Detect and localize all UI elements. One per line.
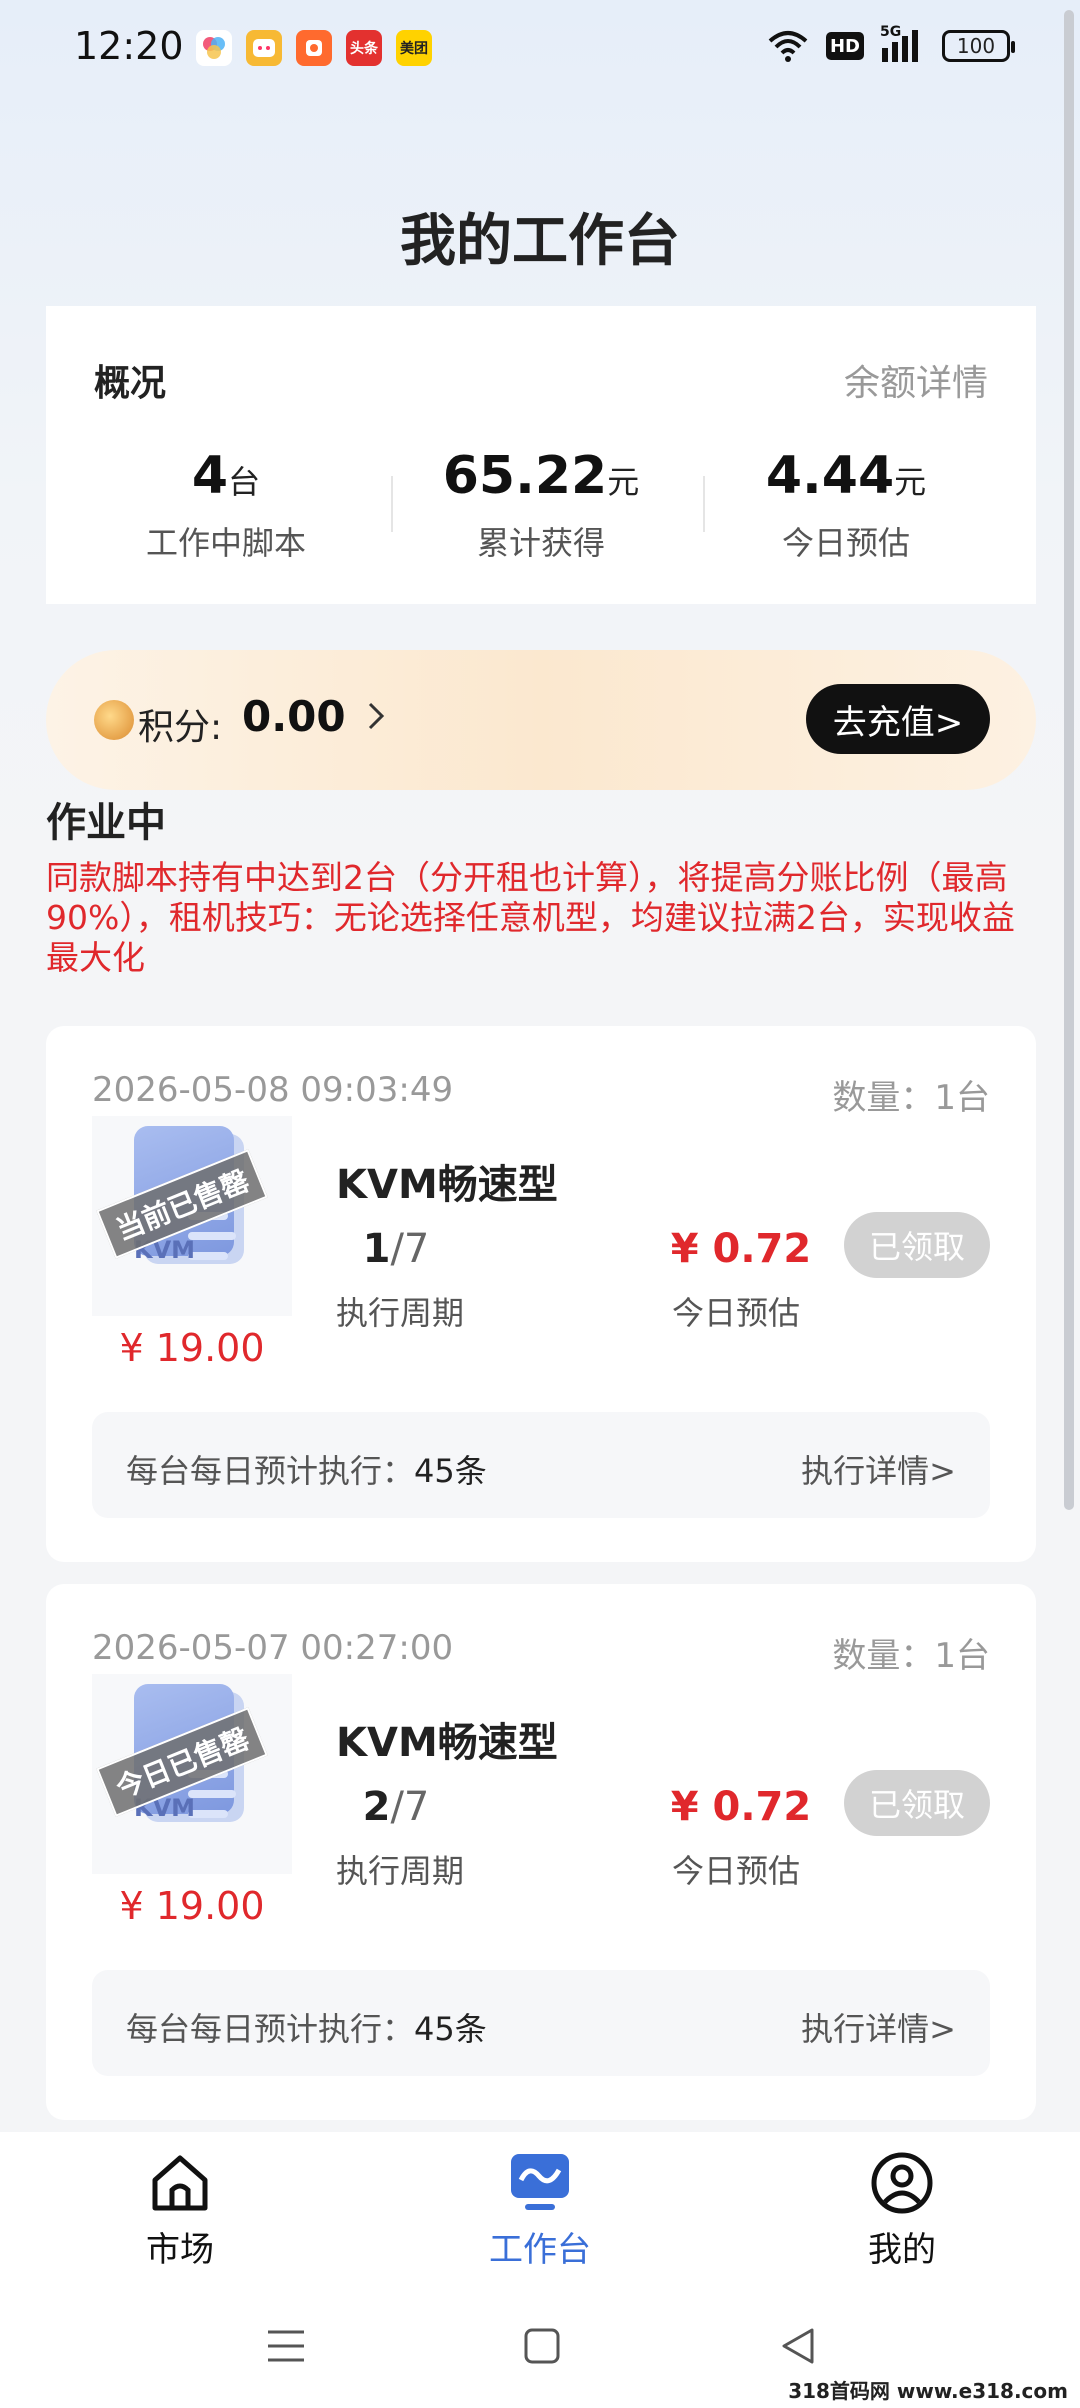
points-value: 0.00 <box>242 692 346 741</box>
cycle-current: 1 <box>362 1226 391 1272</box>
tab-label: 我的 <box>868 2230 936 2270</box>
clock: 12:20 <box>74 24 184 68</box>
stat-today-estimate: 4.44元 今日预估 <box>696 446 996 564</box>
tab-label: 工作台 <box>489 2230 591 2270</box>
points-bar[interactable]: 积分: 0.00 去充值> <box>46 650 1036 790</box>
stat-value: 65.22 <box>442 446 608 506</box>
daily-execution-value: 45条 <box>414 2010 487 2048</box>
notification-icons: 头条 美团 <box>196 30 432 66</box>
cycle-value: 1/7 <box>336 1226 456 1272</box>
tab-workbench[interactable]: 工作台 <box>440 2150 640 2271</box>
network-type-label: 5G <box>880 24 902 40</box>
daily-execution-info: 每台每日预计执行：45条 <box>126 2004 487 2050</box>
card-footer: 每台每日预计执行：45条 执行详情> <box>92 1412 990 1518</box>
stat-working-scripts: 4台 工作中脚本 <box>76 446 376 564</box>
coin-icon <box>94 700 134 740</box>
meituan-notification-icon: 美团 <box>396 30 432 66</box>
profile-icon <box>871 2152 933 2214</box>
workbench-icon <box>511 2154 569 2210</box>
daily-execution-label: 每台每日预计执行： <box>126 2010 415 2048</box>
points-label: 积分: <box>138 707 223 748</box>
home-icon <box>152 2155 208 2211</box>
daily-execution-info: 每台每日预计执行：45条 <box>126 1446 487 1492</box>
recharge-button[interactable]: 去充值> <box>806 684 990 754</box>
stat-total-earned: 65.22元 累计获得 <box>391 446 691 564</box>
execution-detail-link[interactable]: 执行详情> <box>801 2004 956 2050</box>
stat-unit: 台 <box>228 463 261 501</box>
cycle-current: 2 <box>362 1784 391 1830</box>
today-estimate-label: 今日预估 <box>672 1852 801 1890</box>
notice-text: 同款脚本持有中达到2台（分开租也计算），将提高分账比例（最高90%），租机技巧：… <box>46 858 1015 977</box>
script-thumbnail: KVM 今日已售罄 <box>92 1674 292 1874</box>
balance-detail-link[interactable]: 余额详情 <box>844 354 988 406</box>
hd-icon: HD <box>825 32 864 60</box>
card-footer: 每台每日预计执行：45条 执行详情> <box>92 1970 990 2076</box>
stat-value: 4.44 <box>765 446 895 506</box>
wifi-icon <box>766 28 810 64</box>
stat-label: 今日预估 <box>781 524 910 562</box>
tab-mine[interactable]: 我的 <box>802 2150 1002 2271</box>
battery-icon: 100 <box>942 30 1015 62</box>
daily-execution-value: 45条 <box>414 1452 487 1490</box>
stat-value: 4 <box>191 446 229 506</box>
tab-label: 市场 <box>146 2230 214 2270</box>
execution-detail-link[interactable]: 执行详情> <box>801 1446 956 1492</box>
script-card: 2026-05-08 09:03:49 数量：1台 KVM 当前已售罄 ¥ 19… <box>46 1026 1036 1562</box>
card-quantity: 数量：1台 <box>832 1078 990 1118</box>
chevron-right-icon[interactable] <box>356 696 396 736</box>
cycle-label: 执行周期 <box>336 1294 465 1332</box>
home-square-icon[interactable] <box>520 2324 564 2368</box>
today-estimate-label: 今日预估 <box>672 1294 801 1332</box>
script-card: 2026-05-07 00:27:00 数量：1台 KVM 今日已售罄 ¥ 19… <box>46 1584 1036 2120</box>
claimed-button[interactable]: 已领取 <box>844 1212 990 1278</box>
document-line <box>188 1232 236 1240</box>
stat-unit: 元 <box>607 463 640 501</box>
daily-execution-label: 每台每日预计执行： <box>126 1452 415 1490</box>
cycle-total: /7 <box>390 1226 430 1272</box>
cycle-value: 2/7 <box>336 1784 456 1830</box>
document-line <box>188 1790 236 1798</box>
menu-icon[interactable] <box>264 2324 308 2368</box>
script-thumbnail: KVM 当前已售罄 <box>92 1116 292 1316</box>
script-name: KVM畅速型 <box>336 1720 558 1766</box>
card-quantity: 数量：1台 <box>832 1636 990 1676</box>
cycle-label: 执行周期 <box>336 1852 465 1890</box>
status-bar: 12:20 头条 美团 HD 5G 100 <box>0 0 1080 96</box>
watermark: 318首码网 www.e318.com <box>788 2379 1068 2403</box>
video-app-notification-icon <box>246 30 282 66</box>
card-price: ¥ 19.00 <box>119 1884 265 1928</box>
script-name: KVM畅速型 <box>336 1162 558 1208</box>
app-notification-icon <box>196 30 232 66</box>
signal-icon: 5G <box>880 24 926 64</box>
system-navigation-bar: 318首码网 www.e318.com <box>0 2282 1080 2408</box>
card-date: 2026-05-07 00:27:00 <box>92 1628 454 1668</box>
card-price: ¥ 19.00 <box>119 1326 265 1370</box>
overview-card: 概况 余额详情 4台 工作中脚本 65.22元 累计获得 4.44元 今日预估 <box>46 306 1036 604</box>
system-icons: HD 5G 100 <box>766 24 1015 64</box>
page-title: 我的工作台 <box>400 209 680 274</box>
toutiao-notification-icon: 头条 <box>346 30 382 66</box>
tab-market[interactable]: 市场 <box>80 2150 280 2271</box>
claimed-button[interactable]: 已领取 <box>844 1770 990 1836</box>
stat-label: 工作中脚本 <box>145 524 306 562</box>
today-estimate-value: ¥ 0.72 <box>670 1784 812 1830</box>
cycle-total: /7 <box>390 1784 430 1830</box>
working-section-title: 作业中 <box>46 800 166 846</box>
shopping-app-notification-icon <box>296 30 332 66</box>
stat-unit: 元 <box>894 463 927 501</box>
bottom-tab-bar: 市场 工作台 我的 <box>0 2132 1080 2282</box>
overview-title: 概况 <box>94 363 167 404</box>
back-triangle-icon[interactable] <box>776 2324 820 2368</box>
stat-label: 累计获得 <box>476 524 605 562</box>
card-date: 2026-05-08 09:03:49 <box>92 1070 454 1110</box>
today-estimate-value: ¥ 0.72 <box>670 1226 812 1272</box>
